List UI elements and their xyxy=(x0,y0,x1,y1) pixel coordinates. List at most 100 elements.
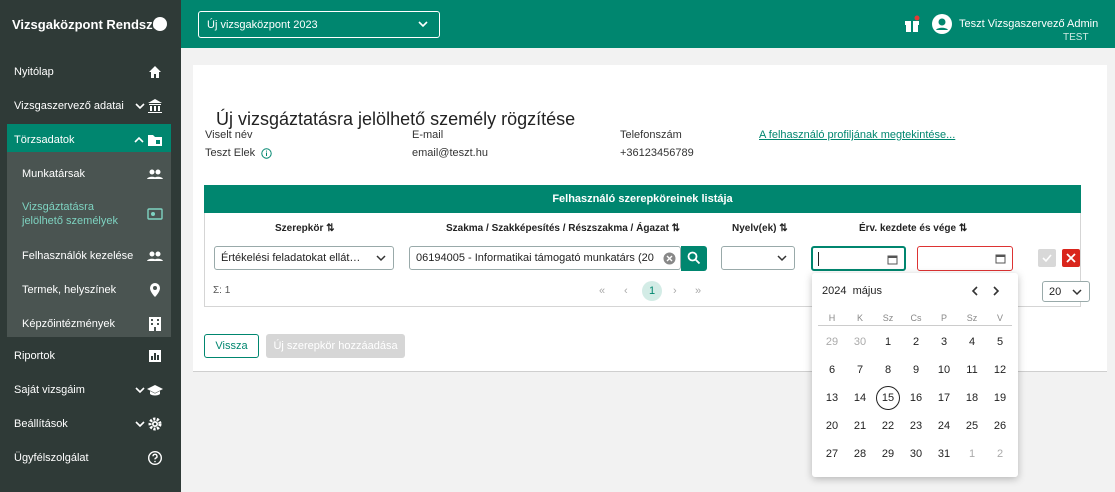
brand-dot-icon[interactable] xyxy=(153,17,167,31)
sidebar-item-label: Saját vizsgáim xyxy=(14,384,85,396)
folder-icon xyxy=(148,135,162,146)
sidebar-item-support[interactable]: Ügyfélszolgálat xyxy=(0,442,181,474)
page-title: Új vizsgáztatásra jelölhető személy rögz… xyxy=(216,109,576,129)
col-profession[interactable]: Szakma / Szakképesítés / Részszakma / Ág… xyxy=(446,223,680,234)
end-date-input[interactable] xyxy=(917,246,1013,271)
sidebar-item-user-management[interactable]: Felhasználók kezelése xyxy=(7,240,171,272)
search-button[interactable] xyxy=(681,246,707,271)
calendar-day[interactable]: 25 xyxy=(958,412,986,440)
calendar-day[interactable]: 2 xyxy=(902,328,930,356)
user-tag: TEST xyxy=(1063,32,1089,43)
calendar-day[interactable]: 16 xyxy=(902,384,930,412)
chevron-down-icon xyxy=(135,103,145,110)
weekday-header: H K Sz Cs P Sz V xyxy=(818,313,1012,326)
sidebar-item-home[interactable]: Nyitólap xyxy=(0,56,181,88)
calendar-day[interactable]: 4 xyxy=(958,328,986,356)
calendar-day[interactable]: 20 xyxy=(818,412,846,440)
calendar-day[interactable]: 8 xyxy=(874,356,902,384)
role-value: Értékelési feladatokat ellát… xyxy=(221,252,361,264)
calendar-day[interactable]: 14 xyxy=(846,384,874,412)
phone-value: +36123456789 xyxy=(620,147,694,159)
chevron-right-icon[interactable] xyxy=(990,285,1002,297)
sidebar-item-colleagues[interactable]: Munkatársak xyxy=(7,158,171,190)
col-language[interactable]: Nyelv(ek) ⇅ xyxy=(732,223,788,234)
sidebar-item-rooms[interactable]: Termek, helyszínek xyxy=(7,274,171,306)
profile-link[interactable]: A felhasználó profiljának megtekintése..… xyxy=(759,129,955,141)
calendar-day[interactable]: 9 xyxy=(902,356,930,384)
calendar-day[interactable]: 30 xyxy=(902,440,930,468)
calendar-day[interactable]: 21 xyxy=(846,412,874,440)
back-button[interactable]: Vissza xyxy=(204,334,259,358)
language-select[interactable] xyxy=(721,246,795,270)
sidebar-item-settings[interactable]: Beállítások xyxy=(0,408,181,440)
calendar-day[interactable]: 28 xyxy=(846,440,874,468)
confirm-button[interactable] xyxy=(1038,249,1056,267)
calendar-day[interactable]: 13 xyxy=(818,384,846,412)
calendar-day[interactable]: 1 xyxy=(958,440,986,468)
calendar-day[interactable]: 15 xyxy=(876,386,900,410)
home-icon xyxy=(149,66,161,78)
chevron-down-icon xyxy=(376,255,386,262)
calendar-day[interactable]: 29 xyxy=(874,440,902,468)
sidebar-item-organizer[interactable]: Vizsgaszervező adatai xyxy=(0,90,181,122)
calendar-day[interactable]: 18 xyxy=(958,384,986,412)
calendar-day[interactable]: 10 xyxy=(930,356,958,384)
sidebar-item-institutions[interactable]: Képzőintézmények xyxy=(7,308,171,340)
calendar-day[interactable]: 17 xyxy=(930,384,958,412)
calendar-day[interactable]: 3 xyxy=(930,328,958,356)
calendar-icon[interactable] xyxy=(887,254,898,265)
chevron-left-icon[interactable] xyxy=(969,285,981,297)
calendar-day[interactable]: 26 xyxy=(986,412,1014,440)
weekday-label: H xyxy=(828,313,836,323)
sidebar-item-candidates[interactable]: Vizsgáztatásra jelölhető személyek xyxy=(7,194,171,234)
calendar-day[interactable]: 31 xyxy=(930,440,958,468)
exam-center-select[interactable]: Új vizsgaközpont 2023 xyxy=(198,11,440,38)
info-icon[interactable] xyxy=(261,147,272,159)
date-picker-popup: 2024 május H K Sz Cs P Sz V 29 30 1 2 3 4 5 6 7 8 9 10 11 1… xyxy=(812,273,1018,477)
calendar-day[interactable]: 11 xyxy=(958,356,986,384)
sidebar-item-label: Vizsgaszervező adatai xyxy=(14,100,124,112)
start-date-input[interactable] xyxy=(811,246,906,271)
calendar-day[interactable]: 22 xyxy=(874,412,902,440)
calendar-day[interactable]: 24 xyxy=(930,412,958,440)
sidebar-item-reports[interactable]: Riportok xyxy=(0,340,181,372)
page-size-select[interactable]: 20 xyxy=(1042,281,1090,302)
bank-icon xyxy=(148,99,162,113)
prev-page-button[interactable]: ‹ xyxy=(624,285,628,297)
calendar-day[interactable]: 27 xyxy=(818,440,846,468)
col-role[interactable]: Szerepkör ⇅ xyxy=(275,223,335,234)
user-name[interactable]: Teszt Vizsgaszervező Admin xyxy=(959,18,1098,30)
text-cursor xyxy=(818,252,819,266)
first-page-button[interactable]: « xyxy=(599,285,605,297)
chevron-down-icon xyxy=(135,387,145,394)
profession-input[interactable]: 06194005 - Informatikai támogató munkatá… xyxy=(409,246,681,270)
next-page-button[interactable]: › xyxy=(673,285,677,297)
avatar-icon[interactable] xyxy=(932,14,952,34)
calendar-grid: 29 30 1 2 3 4 5 6 7 8 9 10 11 12 13 14 15 16 17 18 19 20 21 22 2… xyxy=(818,328,1012,468)
calendar-day[interactable]: 29 xyxy=(818,328,846,356)
calendar-title[interactable]: 2024 május xyxy=(822,285,882,297)
col-validity[interactable]: Érv. kezdete és vége ⇅ xyxy=(859,223,967,234)
delete-button[interactable] xyxy=(1062,249,1080,267)
calendar-day[interactable]: 5 xyxy=(986,328,1014,356)
phone-label: Telefonszám xyxy=(620,129,682,141)
sidebar-item-my-exams[interactable]: Saját vizsgáim xyxy=(0,374,181,406)
search-icon xyxy=(687,251,701,265)
calendar-day[interactable]: 2 xyxy=(986,440,1014,468)
calendar-day[interactable]: 1 xyxy=(874,328,902,356)
exam-center-value: Új vizsgaközpont 2023 xyxy=(207,18,318,31)
last-page-button[interactable]: » xyxy=(695,285,701,297)
calendar-day[interactable]: 30 xyxy=(846,328,874,356)
name-label: Viselt név xyxy=(205,129,253,141)
calendar-day[interactable]: 7 xyxy=(846,356,874,384)
role-select[interactable]: Értékelési feladatokat ellát… xyxy=(214,246,394,270)
add-role-button[interactable]: Új szerepkör hozzáadása xyxy=(266,334,405,358)
calendar-day[interactable]: 12 xyxy=(986,356,1014,384)
clear-icon[interactable] xyxy=(663,252,676,265)
current-page[interactable]: 1 xyxy=(642,281,662,301)
calendar-day[interactable]: 6 xyxy=(818,356,846,384)
calendar-day[interactable]: 23 xyxy=(902,412,930,440)
calendar-day[interactable]: 19 xyxy=(986,384,1014,412)
gift-icon[interactable] xyxy=(904,15,920,33)
calendar-icon[interactable] xyxy=(995,253,1006,264)
